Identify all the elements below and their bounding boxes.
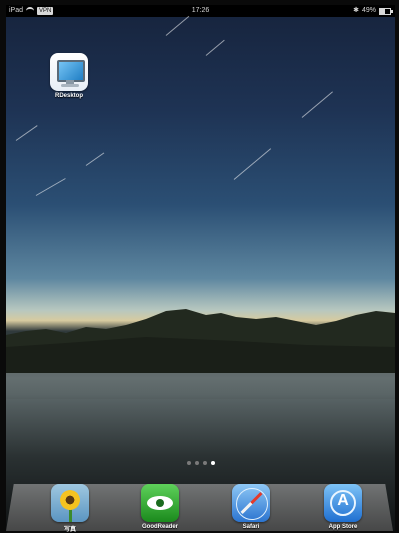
app-label: RDesktop <box>54 93 83 99</box>
dock-app-goodreader[interactable]: GoodReader <box>135 484 185 530</box>
star-trail <box>233 148 272 180</box>
app-store-icon: A <box>324 484 362 522</box>
star-trail <box>35 178 66 196</box>
star-trail <box>15 125 38 141</box>
dock-app-safari[interactable]: Safari <box>226 484 276 530</box>
status-bar: iPad VPN 17:26 ✱ 49% <box>6 5 395 17</box>
battery-icon <box>379 7 393 15</box>
dock-app-app-store[interactable]: A App Store <box>318 484 368 530</box>
page-indicator[interactable] <box>6 461 395 465</box>
star-trail <box>85 152 105 166</box>
ipad-frame: iPad VPN 17:26 ✱ 49% RDesktop 写真 GoodRea… <box>0 0 399 533</box>
app-label: GoodReader <box>141 524 178 530</box>
star-trail <box>205 39 225 56</box>
star-trail <box>165 15 190 36</box>
page-dot[interactable] <box>194 461 199 465</box>
star-trail <box>301 91 333 118</box>
status-time: 17:26 <box>191 7 210 14</box>
mountain-silhouette <box>6 309 395 373</box>
battery-percent: 49% <box>361 7 376 14</box>
page-dot[interactable] <box>202 461 207 465</box>
goodreader-icon <box>141 484 179 522</box>
page-dot-current[interactable] <box>210 461 215 465</box>
safari-icon <box>232 484 270 522</box>
home-screen: iPad VPN 17:26 ✱ 49% RDesktop <box>6 5 395 531</box>
app-label: App Store <box>328 524 358 530</box>
dock-app-photos[interactable]: 写真 <box>45 484 95 533</box>
app-label: 写真 <box>63 527 76 533</box>
lake-reflection <box>6 373 395 399</box>
photos-icon <box>51 484 89 522</box>
app-rdesktop[interactable]: RDesktop <box>44 53 94 99</box>
page-dot[interactable] <box>186 461 191 465</box>
rdesktop-icon <box>50 53 88 91</box>
app-label: Safari <box>242 524 260 530</box>
bluetooth-icon: ✱ <box>353 7 359 14</box>
